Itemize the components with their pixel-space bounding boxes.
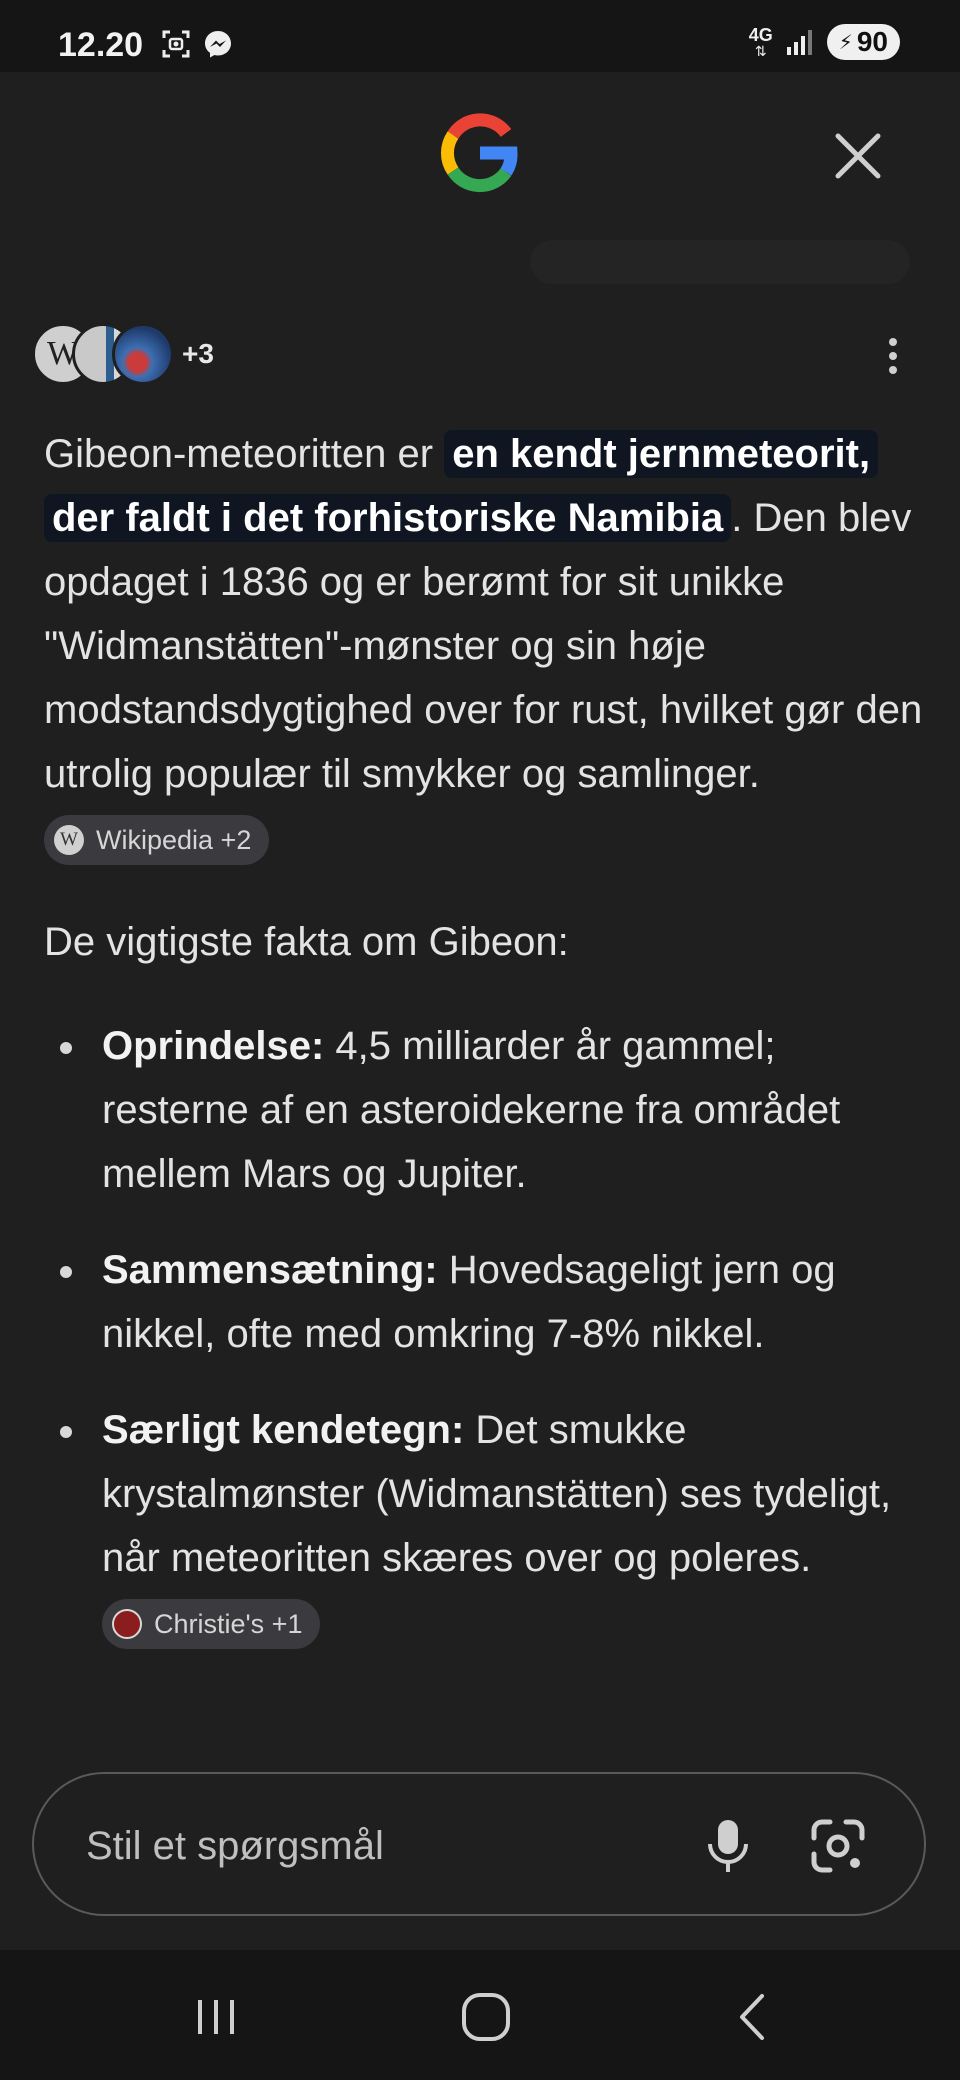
sources-row[interactable]: W +3 xyxy=(32,323,214,385)
facts-list: Oprindelse: 4,5 milliarder år gammel; re… xyxy=(44,1014,924,1654)
answer-intro: Gibeon-meteoritten er en kendt jernmeteo… xyxy=(44,422,924,870)
list-item: Sammensætning: Hovedsageligt jern og nik… xyxy=(44,1238,924,1366)
chip-label: Christie's +1 xyxy=(154,1609,303,1640)
messenger-icon xyxy=(205,31,231,58)
ai-answer: Gibeon-meteoritten er en kendt jernmeteo… xyxy=(44,422,924,1686)
ask-input-bar[interactable]: Stil et spørgsmål xyxy=(32,1772,926,1916)
recent-apps-icon[interactable] xyxy=(186,1990,246,2044)
more-vert-icon[interactable] xyxy=(880,336,906,376)
fact-label: Oprindelse: xyxy=(102,1024,325,1068)
ask-input-placeholder[interactable]: Stil et spørgsmål xyxy=(86,1824,384,1869)
wikipedia-citation-chip[interactable]: W Wikipedia +2 xyxy=(44,815,270,866)
status-icons-left xyxy=(160,28,234,60)
signal-icon xyxy=(786,30,812,55)
status-time: 12.20 xyxy=(58,26,144,64)
back-icon[interactable] xyxy=(724,1990,784,2044)
home-icon[interactable] xyxy=(456,1990,516,2044)
status-bar: 12.20 4G ⇅ ⚡ 90 xyxy=(0,0,960,72)
chip-label: Wikipedia +2 xyxy=(96,825,252,856)
network-type: 4G xyxy=(748,25,773,45)
list-item: Særligt kendetegn: Det smukke krystalmøn… xyxy=(44,1398,924,1654)
battery-level: 90 xyxy=(856,26,888,57)
photo-source-avatar[interactable] xyxy=(112,323,174,385)
microphone-icon[interactable] xyxy=(700,1816,756,1876)
close-icon[interactable] xyxy=(830,128,886,184)
battery-icon: ⚡ 90 xyxy=(826,24,900,60)
google-g-icon[interactable] xyxy=(436,110,522,196)
christies-icon xyxy=(112,1609,142,1640)
google-lens-icon[interactable] xyxy=(808,1816,868,1876)
list-item: Oprindelse: 4,5 milliarder år gammel; re… xyxy=(44,1014,924,1206)
sources-more-count[interactable]: +3 xyxy=(182,338,214,370)
fact-label: Sammensætning: xyxy=(102,1248,438,1292)
wikipedia-icon: W xyxy=(54,825,84,856)
facts-title: De vigtigste fakta om Gibeon: xyxy=(44,920,569,964)
system-nav-bar xyxy=(0,1950,960,2080)
data-arrows-icon: 4G ⇅ xyxy=(748,25,773,59)
fact-label: Særligt kendetegn: xyxy=(102,1408,465,1452)
intro-plain: Gibeon-meteoritten er xyxy=(44,432,445,476)
status-icons-right: 4G ⇅ ⚡ 90 xyxy=(749,24,900,60)
header-shadow-pill xyxy=(530,240,910,284)
screenshot-icon xyxy=(162,30,190,58)
christies-citation-chip[interactable]: Christie's +1 xyxy=(102,1599,321,1650)
